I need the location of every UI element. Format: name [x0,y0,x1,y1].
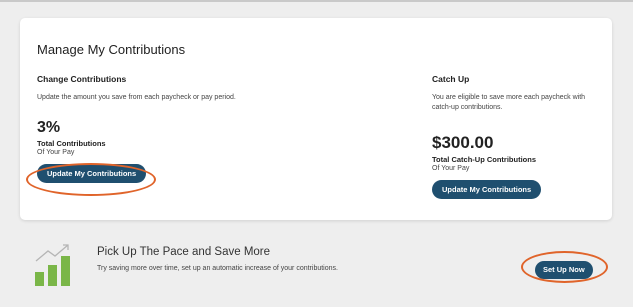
catch-up-heading: Catch Up [432,74,470,84]
catch-up-amount: $300.00 [432,133,494,152]
total-contributions-label: Total Contributions [37,139,106,148]
catch-up-section: Catch Up You are eligible to save more e… [432,74,602,199]
card-title: Manage My Contributions [37,42,186,57]
change-contributions-description: Update the amount you save from each pay… [37,94,236,101]
promo-title: Pick Up The Pace and Save More [97,246,271,258]
change-contributions-heading: Change Contributions [37,74,127,84]
highlight-ring-setup [521,251,608,283]
promo-description: Try saving more over time, set up an aut… [97,265,338,272]
total-catch-up-label: Total Catch-Up Contributions [432,155,537,164]
of-your-pay-label: Of Your Pay [37,149,75,156]
contribution-percent: 3% [37,119,61,136]
catch-up-of-your-pay-label: Of Your Pay [432,165,470,172]
growth-chart-icon [33,242,77,293]
top-divider [0,0,633,2]
highlight-ring-update [26,163,156,196]
catch-up-description: You are eligible to save more each paych… [432,94,586,111]
update-catch-up-button[interactable]: Update My Contributions [432,180,542,199]
